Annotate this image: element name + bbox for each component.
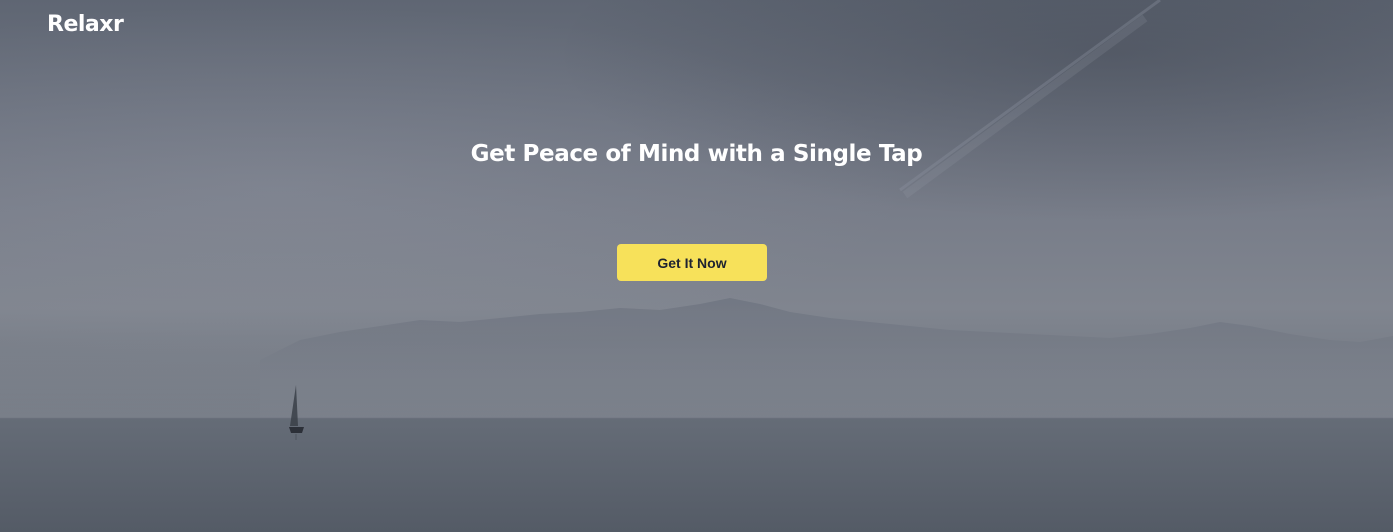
get-it-now-button[interactable]: Get It Now — [617, 244, 767, 281]
hero-section: Relaxr Get Peace of Mind with a Single T… — [0, 0, 1393, 532]
brand-logo[interactable]: Relaxr — [47, 11, 124, 39]
sea — [0, 418, 1393, 532]
hero-headline: Get Peace of Mind with a Single Tap — [470, 141, 923, 167]
